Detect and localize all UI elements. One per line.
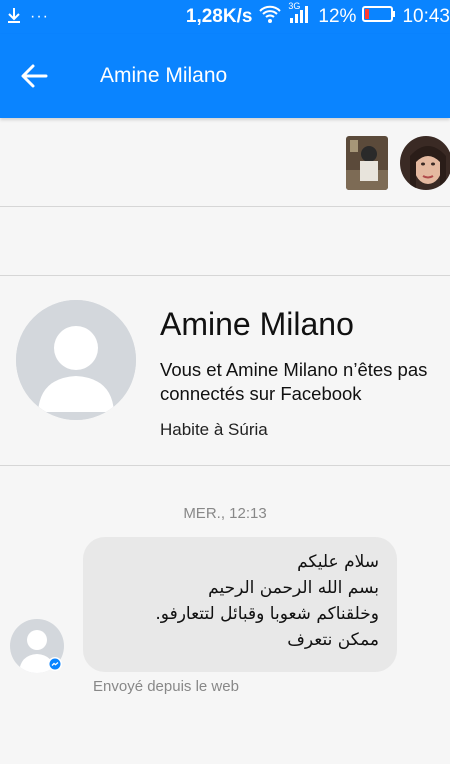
clock: 10:43 [402, 6, 450, 27]
shared-photo-thumbnail[interactable] [346, 136, 388, 190]
sent-via-label: Envoyé depuis le web [93, 678, 239, 695]
app-bar: Amine Milano [0, 34, 450, 118]
status-bar: ··· 1,28K/s 3G 12% 10:43 [0, 0, 450, 34]
messenger-badge-icon [48, 657, 62, 676]
signal-icon: 3G [288, 1, 312, 30]
divider [0, 206, 450, 207]
wifi-icon [258, 4, 282, 30]
profile-avatar[interactable] [16, 300, 136, 420]
divider [0, 465, 450, 466]
message-line: وخلقناكم شعوبا وقبائل لتتعارفو. [155, 604, 379, 624]
divider [0, 275, 450, 276]
connection-status: Vous et Amine Milano n’êtes pas connecté… [160, 359, 428, 404]
message-bubble[interactable]: سلام عليكم بسم الله الرحمن الرحيم وخلقنا… [83, 537, 397, 672]
more-icon: ··· [30, 8, 49, 25]
network-type: 3G [288, 1, 301, 11]
message-line: بسم الله الرحمن الرحيم [208, 578, 379, 598]
message-line: سلام عليكم [297, 552, 379, 572]
participant-avatar[interactable] [400, 136, 450, 190]
profile-location: Habite à Súria [160, 420, 268, 439]
message-timestamp: MER., 12:13 [183, 505, 267, 522]
sender-avatar[interactable] [10, 619, 64, 673]
conversation-title: Amine Milano [100, 64, 228, 87]
battery-icon [362, 6, 396, 28]
battery-percent: 12% [318, 6, 357, 27]
back-arrow-icon[interactable] [18, 60, 50, 92]
message-line: ممكن نتعرف [287, 630, 379, 650]
network-speed: 1,28K/s [185, 6, 253, 27]
download-icon [6, 6, 22, 28]
profile-name: Amine Milano [160, 306, 354, 342]
